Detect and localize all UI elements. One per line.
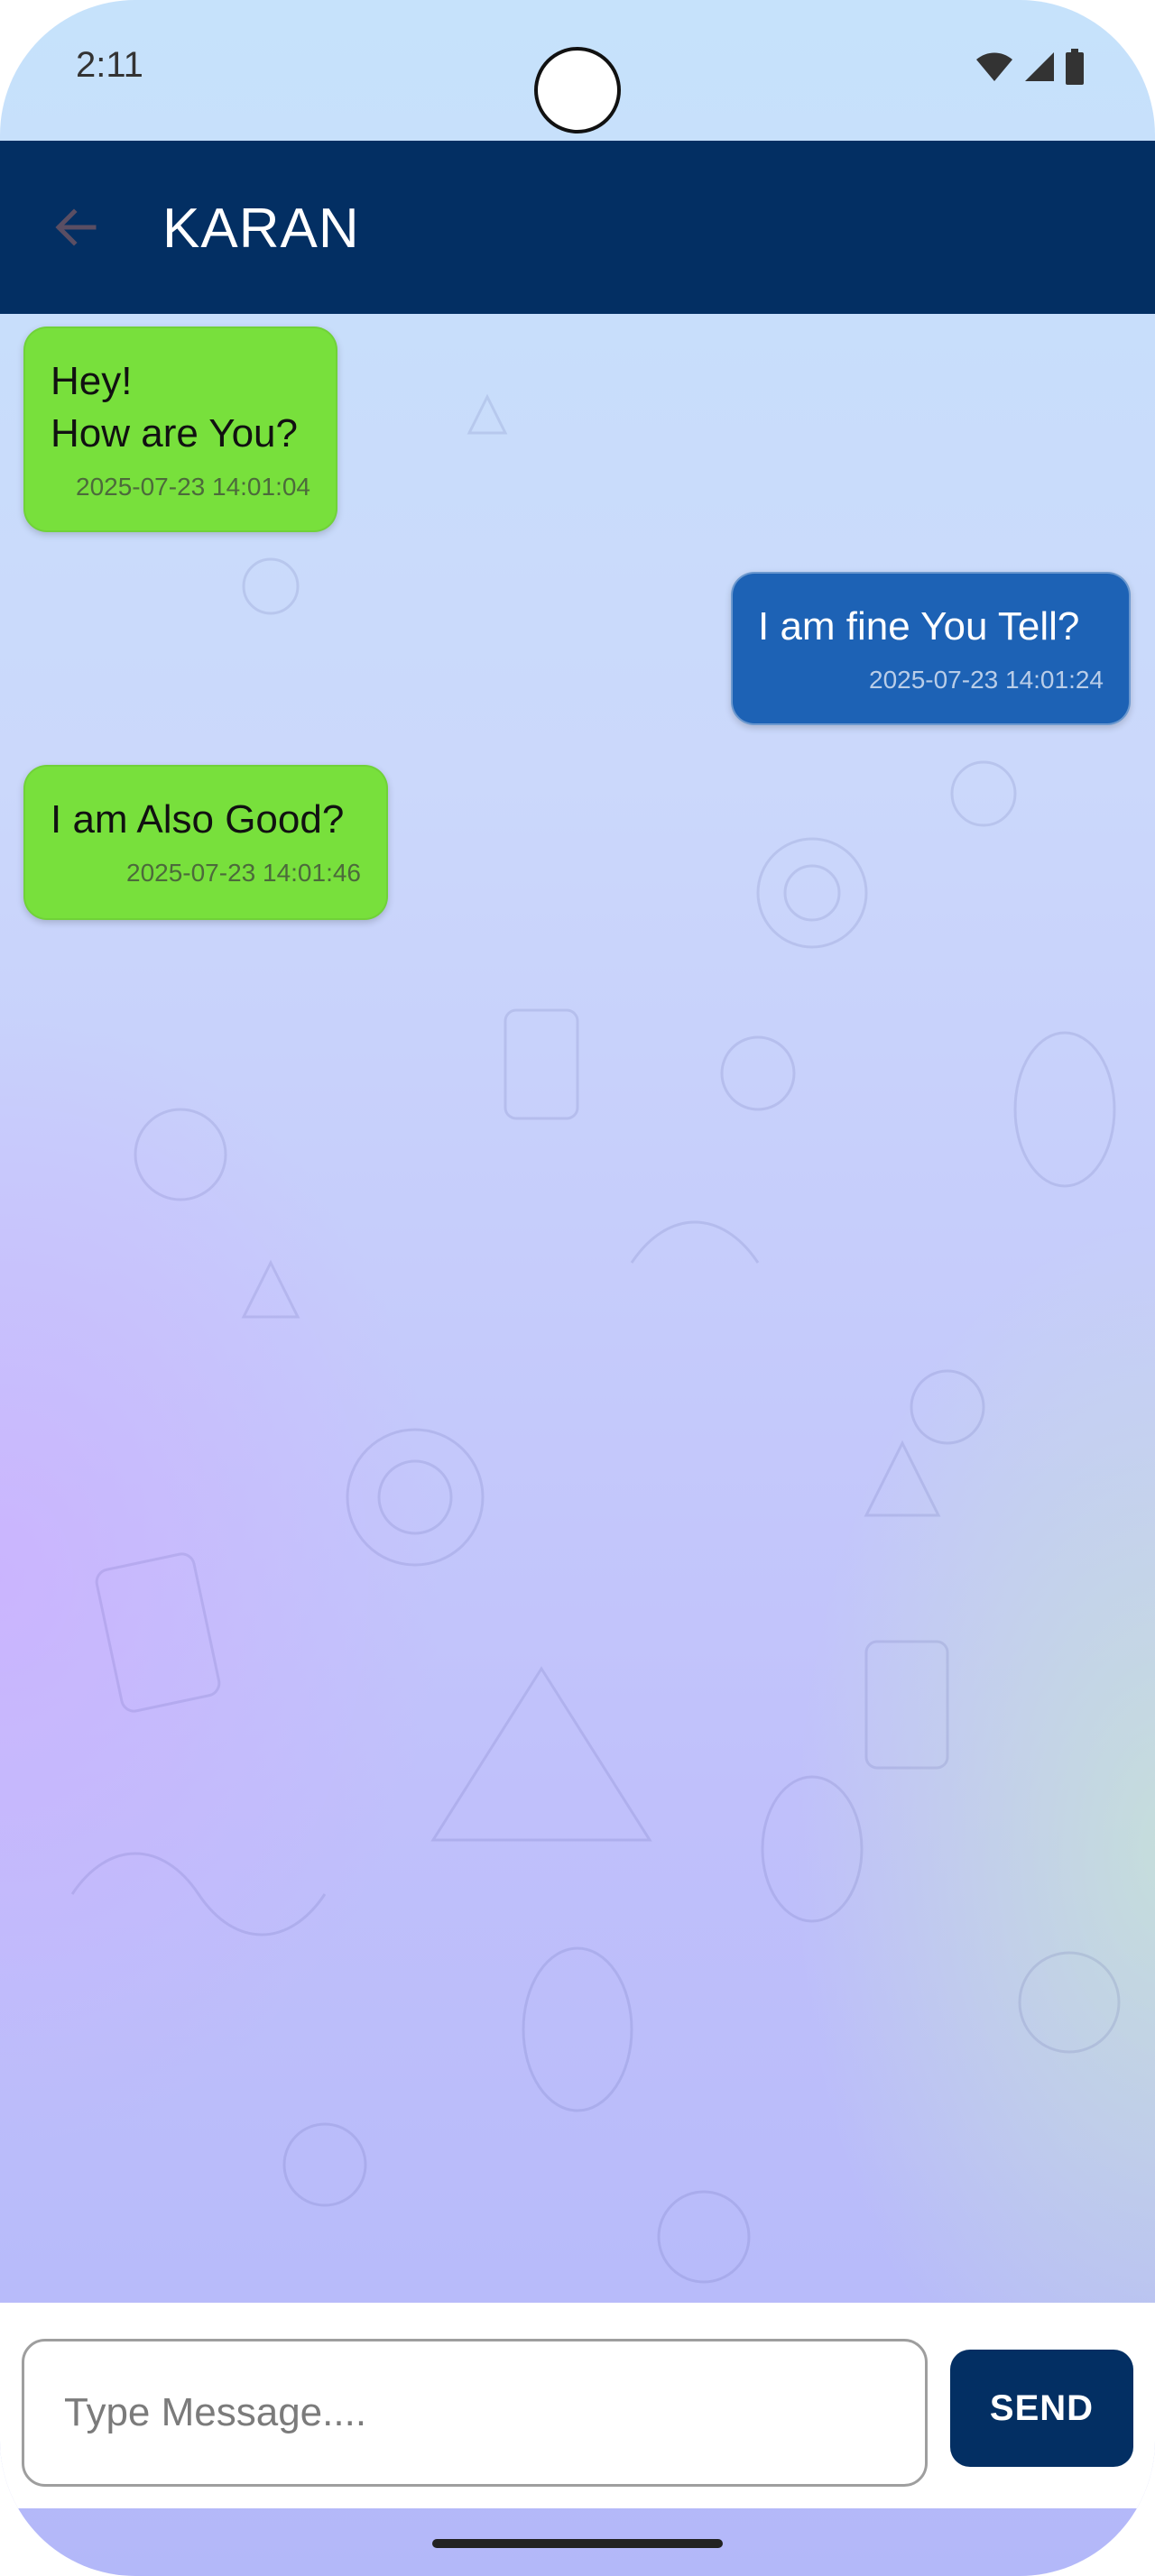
home-indicator[interactable]	[432, 2539, 723, 2548]
chat-title: KARAN	[162, 198, 360, 260]
back-button[interactable]	[45, 197, 106, 258]
message-text: I am Also Good?	[51, 797, 345, 842]
message-timestamp: 2025-07-23 14:01:46	[126, 859, 361, 887]
status-bar: 2:11	[0, 0, 1155, 141]
signal-icon	[1025, 52, 1054, 81]
message-timestamp: 2025-07-23 14:01:04	[76, 473, 310, 501]
battery-icon	[1066, 49, 1084, 85]
status-time: 2:11	[76, 45, 143, 85]
message-bubble-incoming[interactable]: Hey! How are You? 2025-07-23 14:01:04	[23, 327, 337, 532]
message-timestamp: 2025-07-23 14:01:24	[869, 666, 1104, 694]
wifi-icon	[976, 52, 1012, 81]
app-bar: KARAN	[0, 141, 1155, 314]
arrow-back-icon	[55, 208, 97, 246]
send-button[interactable]: SEND	[950, 2350, 1133, 2467]
message-text: I am fine You Tell?	[758, 604, 1080, 649]
camera-cutout	[534, 47, 621, 133]
message-text: Hey! How are You?	[51, 359, 298, 455]
status-icons	[975, 49, 1085, 85]
message-composer: SEND	[0, 2303, 1155, 2508]
message-bubble-outgoing[interactable]: I am fine You Tell? 2025-07-23 14:01:24	[731, 572, 1131, 725]
message-input[interactable]	[22, 2339, 928, 2487]
phone-screen: 2:11 KARAN Hey! How are You? 2025-07-23 …	[0, 0, 1155, 2576]
message-bubble-incoming[interactable]: I am Also Good? 2025-07-23 14:01:46	[23, 765, 388, 920]
